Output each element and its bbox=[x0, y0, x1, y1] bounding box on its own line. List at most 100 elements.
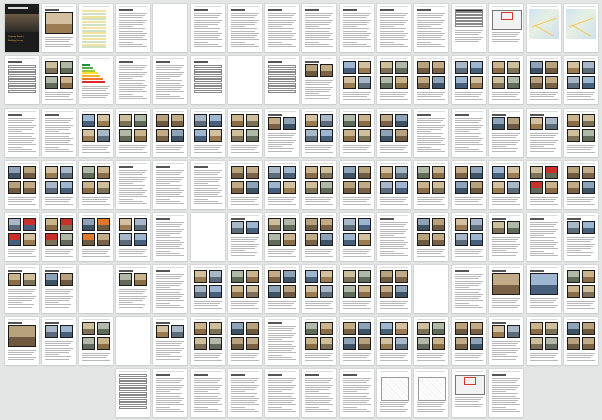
page-thumbnail[interactable] bbox=[414, 161, 448, 209]
page-thumbnail[interactable] bbox=[340, 109, 374, 157]
page-thumbnail[interactable] bbox=[302, 4, 336, 52]
page-thumbnail[interactable] bbox=[489, 369, 523, 417]
page-thumbnail[interactable] bbox=[340, 213, 374, 261]
page-thumbnail[interactable] bbox=[340, 161, 374, 209]
page-thumbnail[interactable] bbox=[79, 265, 113, 313]
page-thumbnail[interactable] bbox=[302, 265, 336, 313]
page-thumbnail[interactable] bbox=[5, 213, 39, 261]
page-thumbnail[interactable] bbox=[42, 317, 76, 365]
page-thumbnail[interactable] bbox=[153, 369, 187, 417]
page-thumbnail[interactable] bbox=[489, 265, 523, 313]
page-thumbnail[interactable] bbox=[228, 161, 262, 209]
page-thumbnail[interactable] bbox=[527, 161, 561, 209]
page-thumbnail[interactable] bbox=[116, 265, 150, 313]
page-thumbnail[interactable] bbox=[5, 265, 39, 313]
page-thumbnail[interactable] bbox=[489, 109, 523, 157]
page-thumbnail[interactable] bbox=[228, 56, 262, 104]
page-thumbnail[interactable] bbox=[414, 317, 448, 365]
page-thumbnail[interactable] bbox=[414, 369, 448, 417]
page-thumbnail[interactable] bbox=[79, 109, 113, 157]
page-thumbnail[interactable] bbox=[265, 317, 299, 365]
page-thumbnail[interactable] bbox=[302, 109, 336, 157]
page-thumbnail[interactable] bbox=[153, 265, 187, 313]
page-thumbnail[interactable] bbox=[153, 4, 187, 52]
page-thumbnail[interactable] bbox=[564, 109, 598, 157]
page-thumbnail[interactable] bbox=[116, 4, 150, 52]
page-thumbnail[interactable] bbox=[153, 213, 187, 261]
page-thumbnail[interactable] bbox=[302, 369, 336, 417]
page-thumbnail[interactable] bbox=[191, 109, 225, 157]
page-thumbnail[interactable] bbox=[302, 317, 336, 365]
page-thumbnail[interactable] bbox=[340, 265, 374, 313]
page-thumbnail[interactable] bbox=[79, 56, 113, 104]
page-thumbnail[interactable] bbox=[489, 317, 523, 365]
page-thumbnail[interactable] bbox=[5, 109, 39, 157]
page-thumbnail[interactable] bbox=[116, 213, 150, 261]
page-thumbnail[interactable] bbox=[116, 369, 150, 417]
page-thumbnail[interactable] bbox=[452, 369, 486, 417]
page-thumbnail[interactable] bbox=[377, 213, 411, 261]
page-thumbnail[interactable] bbox=[377, 369, 411, 417]
page-thumbnail[interactable] bbox=[340, 317, 374, 365]
page-thumbnail[interactable] bbox=[564, 161, 598, 209]
page-thumbnail[interactable] bbox=[265, 369, 299, 417]
page-thumbnail[interactable] bbox=[377, 56, 411, 104]
page-thumbnail[interactable] bbox=[414, 109, 448, 157]
page-thumbnail[interactable] bbox=[191, 56, 225, 104]
page-thumbnail[interactable] bbox=[377, 4, 411, 52]
page-thumbnail[interactable] bbox=[42, 56, 76, 104]
page-thumbnail[interactable] bbox=[116, 161, 150, 209]
page-thumbnail[interactable] bbox=[527, 317, 561, 365]
page-thumbnail[interactable] bbox=[564, 213, 598, 261]
page-thumbnail[interactable] bbox=[414, 213, 448, 261]
page-thumbnail[interactable] bbox=[191, 317, 225, 365]
page-thumbnail[interactable] bbox=[116, 317, 150, 365]
page-thumbnail[interactable] bbox=[489, 213, 523, 261]
page-thumbnail[interactable] bbox=[302, 161, 336, 209]
page-thumbnail[interactable] bbox=[489, 161, 523, 209]
page-thumbnail[interactable] bbox=[191, 4, 225, 52]
page-thumbnail[interactable] bbox=[265, 213, 299, 261]
page-thumbnail[interactable] bbox=[527, 213, 561, 261]
page-thumbnail[interactable] bbox=[42, 109, 76, 157]
page-thumbnail[interactable] bbox=[265, 161, 299, 209]
page-thumbnail[interactable] bbox=[489, 56, 523, 104]
page-thumbnail[interactable] bbox=[228, 369, 262, 417]
page-thumbnail[interactable] bbox=[153, 317, 187, 365]
page-thumbnail[interactable] bbox=[5, 317, 39, 365]
page-thumbnail[interactable] bbox=[42, 161, 76, 209]
page-thumbnail[interactable] bbox=[191, 213, 225, 261]
page-thumbnail[interactable] bbox=[79, 213, 113, 261]
page-thumbnail[interactable] bbox=[153, 109, 187, 157]
page-thumbnail[interactable] bbox=[191, 161, 225, 209]
page-thumbnail[interactable] bbox=[414, 265, 448, 313]
page-thumbnail[interactable] bbox=[452, 213, 486, 261]
page-thumbnail[interactable] bbox=[564, 317, 598, 365]
page-thumbnail[interactable]: Property Report Building Survey bbox=[5, 4, 39, 52]
page-thumbnail[interactable] bbox=[452, 109, 486, 157]
page-thumbnail[interactable] bbox=[42, 213, 76, 261]
page-thumbnail[interactable] bbox=[452, 4, 486, 52]
page-thumbnail[interactable] bbox=[452, 56, 486, 104]
page-thumbnail[interactable] bbox=[79, 317, 113, 365]
page-thumbnail[interactable] bbox=[116, 56, 150, 104]
page-thumbnail[interactable] bbox=[414, 56, 448, 104]
page-thumbnail[interactable] bbox=[527, 109, 561, 157]
page-thumbnail[interactable] bbox=[228, 317, 262, 365]
page-thumbnail[interactable] bbox=[228, 109, 262, 157]
page-thumbnail[interactable] bbox=[340, 56, 374, 104]
page-thumbnail[interactable] bbox=[377, 109, 411, 157]
page-thumbnail[interactable] bbox=[302, 56, 336, 104]
page-thumbnail[interactable] bbox=[527, 4, 561, 52]
page-thumbnail[interactable] bbox=[153, 56, 187, 104]
page-thumbnail[interactable] bbox=[452, 317, 486, 365]
page-thumbnail[interactable] bbox=[564, 56, 598, 104]
page-thumbnail[interactable] bbox=[191, 369, 225, 417]
page-thumbnail[interactable] bbox=[564, 4, 598, 52]
page-thumbnail[interactable] bbox=[414, 4, 448, 52]
page-thumbnail[interactable] bbox=[79, 161, 113, 209]
page-thumbnail[interactable] bbox=[527, 265, 561, 313]
page-thumbnail[interactable] bbox=[42, 265, 76, 313]
page-thumbnail[interactable] bbox=[153, 161, 187, 209]
page-thumbnail[interactable] bbox=[191, 265, 225, 313]
